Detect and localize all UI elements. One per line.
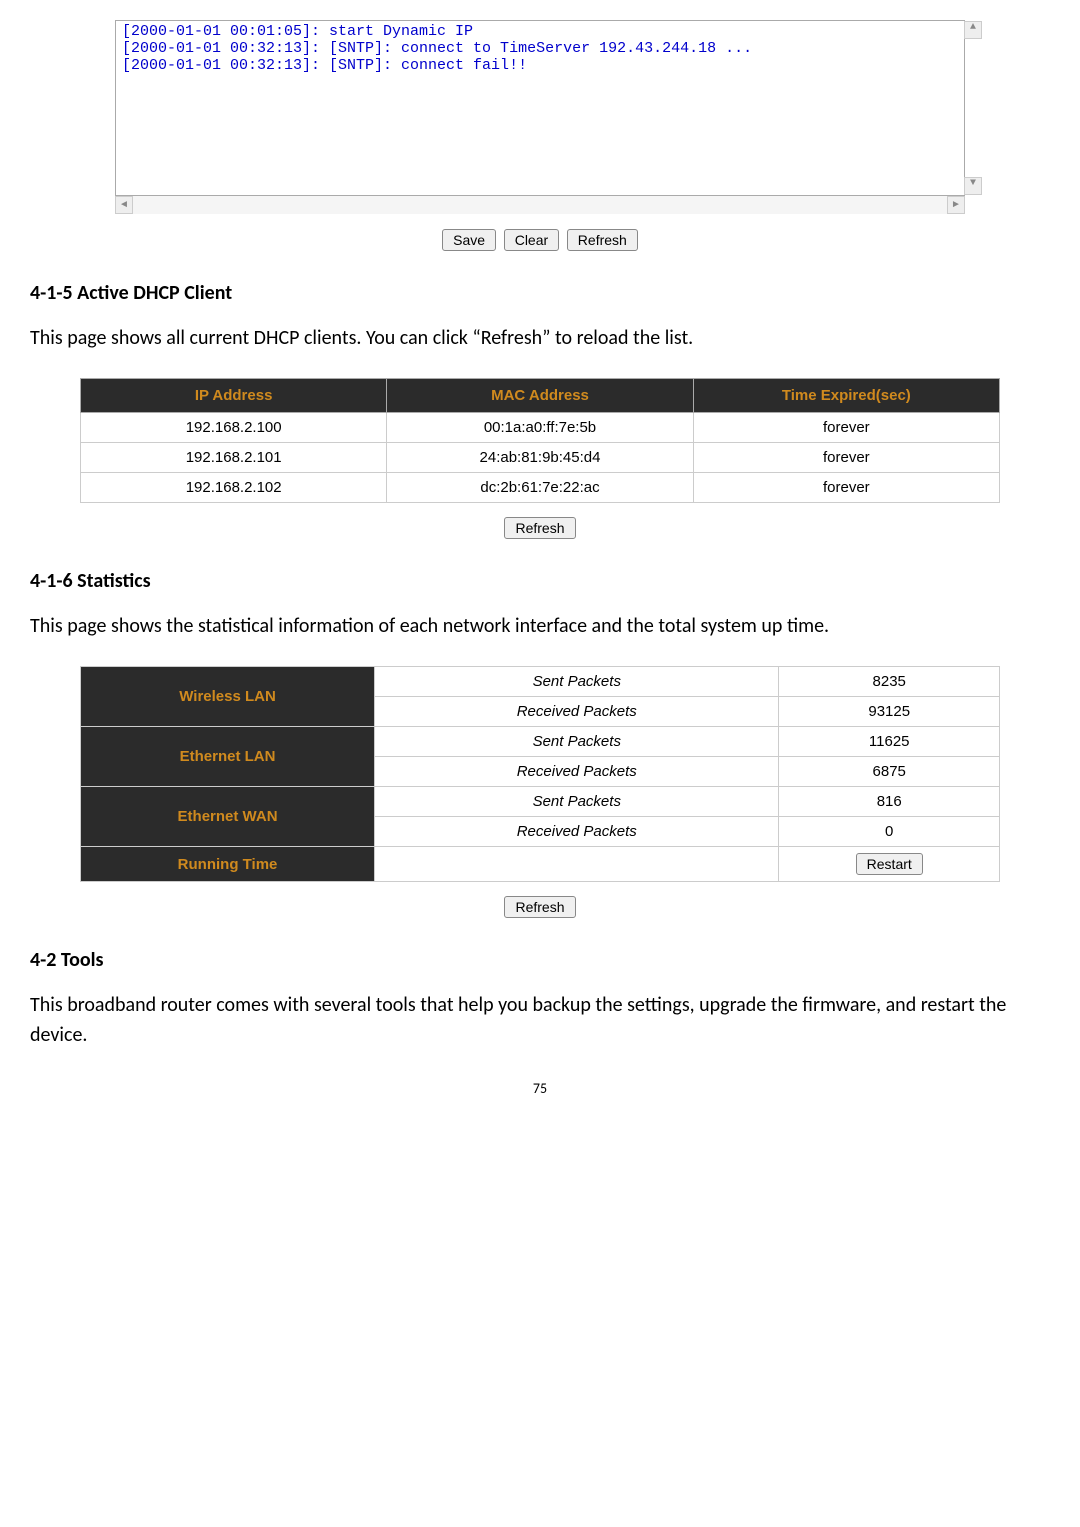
row-ethernet-wan: Ethernet WAN [81,787,375,847]
label-recv: Received Packets [375,697,779,727]
cell-time: forever [693,443,999,473]
section-heading-dhcp: 4-1-5 Active DHCP Client [30,281,1050,305]
refresh-button[interactable]: Refresh [504,517,575,539]
label-sent: Sent Packets [375,727,779,757]
cell-time: forever [693,473,999,503]
dhcp-clients-table: IP Address MAC Address Time Expired(sec)… [80,378,1000,503]
section-heading-stats: 4-1-6 Statistics [30,569,1050,593]
section-intro-tools: This broadband router comes with several… [30,990,1050,1050]
value-wlan-sent: 8235 [779,667,1000,697]
row-ethernet-lan: Ethernet LAN [81,727,375,787]
scroll-right-icon[interactable]: ► [947,196,965,214]
table-row: Ethernet LAN Sent Packets 11625 [81,727,1000,757]
col-ip: IP Address [81,379,387,413]
clear-button[interactable]: Clear [504,229,559,251]
cell-ip: 192.168.2.102 [81,473,387,503]
value-ewan-recv: 0 [779,817,1000,847]
value-wlan-recv: 93125 [779,697,1000,727]
refresh-button[interactable]: Refresh [567,229,638,251]
scroll-up-icon[interactable]: ▲ [964,21,982,39]
log-line: [2000-01-01 00:01:05]: start Dynamic IP [122,23,958,40]
table-row: Wireless LAN Sent Packets 8235 [81,667,1000,697]
value-elan-sent: 11625 [779,727,1000,757]
cell-mac: 00:1a:a0:ff:7e:5b [387,413,693,443]
table-row: Running Time Restart [81,847,1000,882]
value-ewan-sent: 816 [779,787,1000,817]
scroll-down-icon[interactable]: ▼ [964,177,982,195]
value-elan-recv: 6875 [779,757,1000,787]
cell-mac: 24:ab:81:9b:45:d4 [387,443,693,473]
restart-button[interactable]: Restart [856,853,923,875]
table-header-row: IP Address MAC Address Time Expired(sec) [81,379,1000,413]
statistics-table: Wireless LAN Sent Packets 8235 Received … [80,666,1000,882]
col-time: Time Expired(sec) [693,379,999,413]
table-row: 192.168.2.102 dc:2b:61:7e:22:ac forever [81,473,1000,503]
table-row: 192.168.2.101 24:ab:81:9b:45:d4 forever [81,443,1000,473]
section-intro-stats: This page shows the statistical informat… [30,611,1050,641]
row-wireless-lan: Wireless LAN [81,667,375,727]
restart-cell: Restart [779,847,1000,882]
section-heading-tools: 4-2 Tools [30,948,1050,972]
label-sent: Sent Packets [375,667,779,697]
empty-cell [375,847,779,882]
label-recv: Received Packets [375,817,779,847]
cell-mac: dc:2b:61:7e:22:ac [387,473,693,503]
cell-ip: 192.168.2.101 [81,443,387,473]
system-log-textarea[interactable]: [2000-01-01 00:01:05]: start Dynamic IP … [115,20,965,196]
cell-time: forever [693,413,999,443]
table-row: Ethernet WAN Sent Packets 816 [81,787,1000,817]
col-mac: MAC Address [387,379,693,413]
log-line: [2000-01-01 00:32:13]: [SNTP]: connect t… [122,40,958,57]
save-button[interactable]: Save [442,229,496,251]
row-running-time: Running Time [81,847,375,882]
label-sent: Sent Packets [375,787,779,817]
cell-ip: 192.168.2.100 [81,413,387,443]
scroll-left-icon[interactable]: ◄ [115,196,133,214]
label-recv: Received Packets [375,757,779,787]
log-line: [2000-01-01 00:32:13]: [SNTP]: connect f… [122,57,958,74]
page-number: 75 [30,1080,1050,1097]
section-intro-dhcp: This page shows all current DHCP clients… [30,323,1050,353]
table-row: 192.168.2.100 00:1a:a0:ff:7e:5b forever [81,413,1000,443]
refresh-button[interactable]: Refresh [504,896,575,918]
